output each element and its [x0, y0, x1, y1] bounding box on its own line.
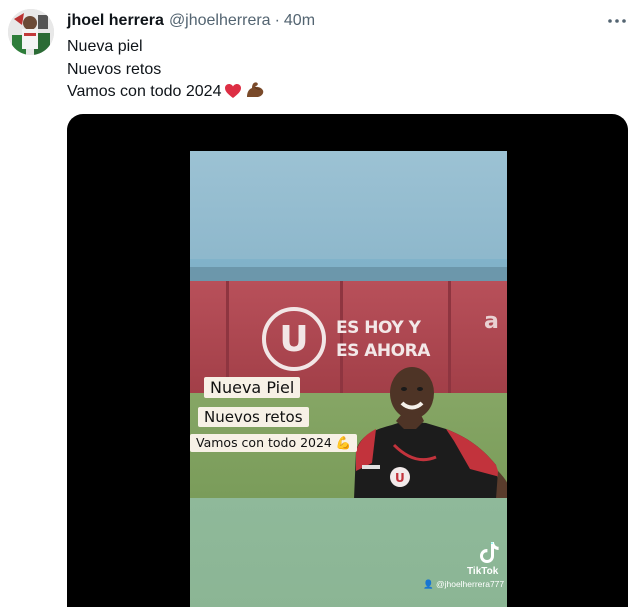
avatar[interactable]	[8, 9, 54, 55]
tiktok-watermark-user: 👤 @jhoelherrera777	[423, 579, 504, 590]
sticker-text-1: Nueva Piel	[204, 377, 301, 398]
user-icon: 👤	[423, 579, 434, 589]
tweet-line-2: Nuevos retos	[67, 60, 162, 78]
banner-edge-text: a	[484, 309, 499, 334]
svg-text:U: U	[395, 471, 405, 485]
sticker-flexed-biceps-icon: 💪	[335, 435, 352, 450]
tweet-time[interactable]: 40m	[284, 12, 315, 30]
video-frame[interactable]: U ES HOY Y ES AHORA a U Nueva Piel Nuevo…	[190, 151, 507, 607]
video-media[interactable]: U ES HOY Y ES AHORA a U Nueva Piel Nuevo…	[67, 114, 628, 607]
tweet-line-3: Vamos con todo 2024	[67, 81, 265, 104]
player-photo: U	[350, 359, 507, 499]
heart-icon	[224, 83, 242, 107]
tweet-line-3-text: Vamos con todo 2024	[67, 83, 222, 100]
video-lower-area	[190, 498, 507, 607]
tweet-header: jhoel herrera @jhoelherrera · 40m	[67, 10, 315, 32]
video-sky-band	[190, 259, 507, 281]
tweet[interactable]: jhoel herrera @jhoelherrera · 40m Nueva …	[0, 0, 640, 607]
banner-slogan: ES HOY Y ES AHORA	[336, 317, 430, 363]
club-logo: U	[262, 307, 326, 371]
tweet-text: Nueva piel Nuevos retos Vamos con todo 2…	[67, 36, 265, 104]
tweet-line-1: Nueva piel	[67, 38, 143, 55]
sticker-text-3: Vamos con todo 2024 💪	[190, 434, 358, 452]
tiktok-watermark-username: @jhoelherrera777	[435, 579, 505, 589]
sticker-text-2: Nuevos retos	[198, 407, 309, 427]
tiktok-watermark-label: TikTok	[467, 566, 499, 577]
tiktok-logo-icon	[480, 541, 500, 563]
flexed-biceps-icon	[245, 81, 265, 107]
more-dots-icon[interactable]	[604, 8, 630, 34]
display-name[interactable]: jhoel herrera	[67, 12, 164, 30]
sticker-text-3-label: Vamos con todo 2024	[196, 435, 332, 450]
banner-slogan-line-1: ES HOY Y	[336, 318, 421, 338]
video-sky	[190, 151, 507, 267]
user-handle[interactable]: @jhoelherrera	[169, 12, 271, 30]
club-logo-letter: U	[279, 318, 309, 360]
separator-dot: ·	[274, 12, 280, 29]
